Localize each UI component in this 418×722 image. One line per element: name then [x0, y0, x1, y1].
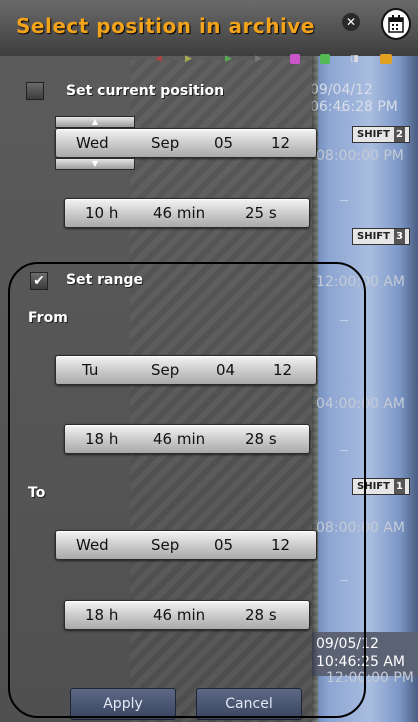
dialog-title: Select position in archive [16, 14, 315, 38]
calendar-icon[interactable] [381, 8, 411, 40]
timeline-mark: 08:00:00 PM [316, 148, 404, 164]
date-day[interactable]: 05 [214, 134, 233, 152]
close-icon[interactable]: ✕ [342, 13, 360, 31]
play-back-icon[interactable]: ▶ [185, 54, 195, 64]
range-highlight-annotation [8, 262, 366, 718]
title-bar: Select position in archive ✕ [0, 0, 418, 56]
export-icon[interactable]: ◨ [350, 54, 360, 64]
timeline-tick [340, 200, 348, 201]
shift-tag[interactable]: SHIFT 2 [352, 126, 410, 143]
timeline-top-date: 09/04/12 [310, 82, 373, 98]
shift-tag[interactable]: SHIFT 3 [352, 228, 410, 245]
record-icon[interactable] [290, 54, 300, 64]
date-spin-down[interactable]: ▼ [55, 158, 135, 170]
playback-toolbar: ◀ ▶ ▶ ▶ ◨ [150, 54, 418, 68]
current-date-field[interactable]: Wed Sep 05 12 [55, 128, 317, 158]
archive-icon[interactable] [380, 54, 392, 64]
date-year[interactable]: 12 [271, 134, 290, 152]
play-icon[interactable]: ▶ [225, 54, 235, 64]
camera-icon[interactable] [320, 54, 330, 64]
date-weekday[interactable]: Wed [76, 134, 109, 152]
time-hours[interactable]: 10 h [85, 204, 118, 222]
current-time-field[interactable]: 10 h 46 min 25 s [64, 198, 310, 228]
time-seconds[interactable]: 25 s [245, 204, 277, 222]
set-current-position-label: Set current position [66, 83, 225, 99]
date-spin-up[interactable]: ▲ [55, 116, 135, 128]
date-month[interactable]: Sep [151, 134, 179, 152]
forward-icon[interactable]: ▶ [255, 54, 265, 64]
timeline-top-time: 06:46:28 PM [310, 99, 398, 115]
set-current-position-checkbox[interactable] [26, 82, 44, 100]
time-minutes[interactable]: 46 min [153, 204, 205, 222]
rewind-icon[interactable]: ◀ [155, 54, 165, 64]
